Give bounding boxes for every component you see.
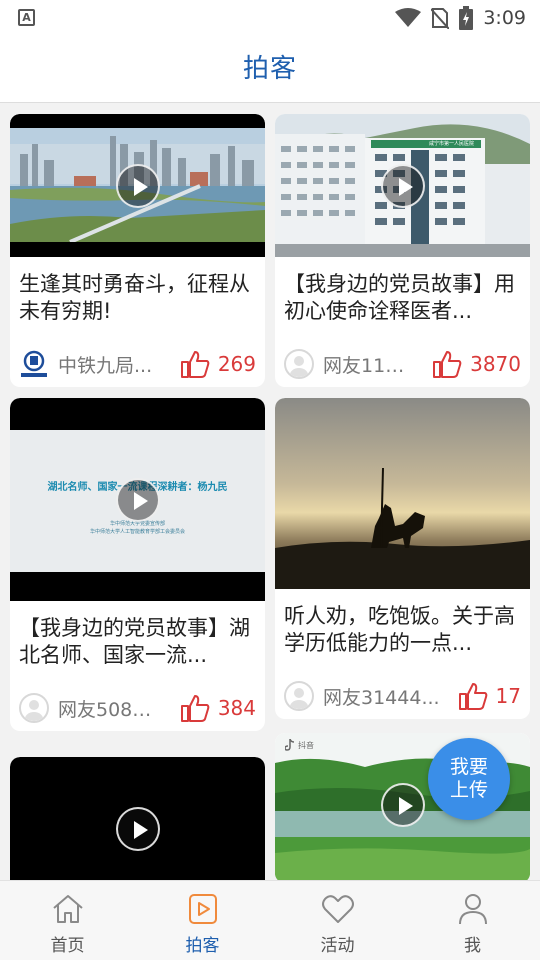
watermark-text: 抖音 [298,740,314,750]
app-notification-icon: A [18,9,35,26]
nav-item-paike[interactable]: 拍客 [135,881,270,960]
video-thumbnail[interactable] [275,398,530,589]
like-button[interactable]: 3870 [432,350,521,378]
video-title[interactable]: 生逢其时勇奋斗，征程从未有穷期! [10,257,265,341]
thumbs-up-icon [180,351,210,378]
app-header: 拍客 [0,36,540,103]
thumbs-up-icon [433,351,462,378]
thumbs-up-icon [458,683,487,710]
like-count: 17 [495,684,521,708]
nav-item-activity[interactable]: 活动 [270,881,405,960]
status-time: 3:09 [483,7,526,29]
status-bar: A 3:09 [0,0,540,36]
card-footer: 网友5085... 384 [10,685,265,731]
play-button[interactable] [115,807,160,851]
tiktok-watermark: 抖音 [285,739,314,751]
video-title[interactable]: 【我身边的党员故事】湖北名师、国家一流... [10,601,265,685]
hospital-sign: 咸宁市第一人民医院 [429,141,475,147]
home-icon [52,895,83,923]
no-sim-icon [431,8,450,29]
nav-label: 活动 [320,936,355,956]
upload-label-line1: 我要 [449,756,488,778]
nav-label: 我 [464,936,481,956]
card-footer: 网友31444... 17 [275,673,530,719]
play-button[interactable] [380,783,425,827]
crcc-logo-icon [21,350,47,377]
video-card[interactable]: 湖北名师、国家一流课程深耕者：杨九民 华中师范大学党委宣传部 华中师范大学人工智… [10,398,265,731]
nav-label: 首页 [50,936,85,956]
video-thumbnail[interactable] [10,114,265,257]
nav-item-home[interactable]: 首页 [0,881,135,960]
wifi-icon [395,8,422,27]
thumbnail-sunset-horseman-image [275,398,530,589]
thumbs-up-icon [180,695,210,722]
author-name[interactable]: 网友5085... [58,695,158,722]
card-footer: 网友118... 3870 [275,341,530,387]
author-avatar[interactable] [19,349,49,379]
like-count: 269 [217,352,256,376]
video-card[interactable]: 听人劝，吃饱饭。关于高学历低能力的一点... 网友31444... 17 [275,398,530,719]
like-count: 3870 [470,352,521,376]
play-button[interactable] [115,477,160,522]
play-button[interactable] [115,163,160,208]
slide-line2: 华中师范大学人工智能教育学部工会委员会 [89,529,185,535]
nav-label: 拍客 [185,936,220,956]
person-icon [458,894,487,925]
author-avatar[interactable] [19,693,49,723]
video-card[interactable] [10,757,265,880]
bottom-nav: 首页 拍客 活动 我 [0,880,540,960]
heart-icon [321,895,354,923]
like-button[interactable]: 384 [180,694,256,722]
author-name[interactable]: 网友31444... [323,683,443,710]
upload-button[interactable]: 我要 上传 [428,738,510,820]
video-title[interactable]: 【我身边的党员故事】用初心使命诠释医者... [275,257,530,341]
author-name[interactable]: 网友118... [323,351,413,378]
like-count: 384 [217,696,256,720]
like-button[interactable]: 269 [180,350,256,378]
video-title[interactable]: 听人劝，吃饱饭。关于高学历低能力的一点... [275,589,530,673]
page-title: 拍客 [242,54,297,84]
video-thumbnail[interactable]: 咸宁市第一人民医院 [275,114,530,257]
upload-label-line2: 上传 [449,779,488,801]
video-thumbnail[interactable] [10,757,265,880]
feed-column-left: 生逢其时勇奋斗，征程从未有穷期! 中铁九局... 269 湖北名师、国家一流课程… [10,103,265,880]
video-thumbnail[interactable]: 湖北名师、国家一流课程深耕者：杨九民 华中师范大学党委宣传部 华中师范大学人工智… [10,398,265,601]
author-avatar[interactable] [284,349,314,379]
like-button[interactable]: 17 [458,682,521,710]
card-footer: 中铁九局... 269 [10,341,265,387]
author-avatar[interactable] [284,681,314,711]
battery-charging-icon [459,6,474,30]
tiktok-icon [285,739,295,751]
video-card[interactable]: 生逢其时勇奋斗，征程从未有穷期! 中铁九局... 269 [10,114,265,387]
video-card[interactable]: 咸宁市第一人民医院 【我身边的党员故事】用初心使命诠释医者... 网友118..… [275,114,530,387]
author-name[interactable]: 中铁九局... [58,351,158,378]
play-button[interactable] [380,163,425,208]
nav-item-me[interactable]: 我 [405,881,540,960]
video-play-icon [188,894,217,924]
